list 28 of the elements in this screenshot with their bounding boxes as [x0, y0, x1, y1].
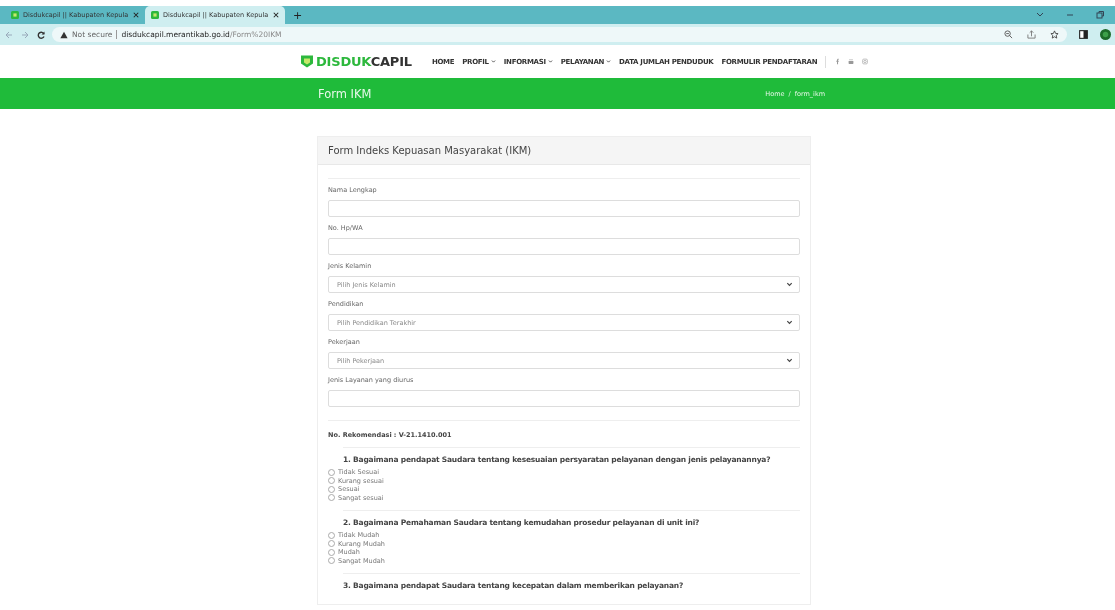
chevron-down-icon	[786, 319, 793, 326]
site-favicon-icon	[11, 11, 19, 19]
back-icon[interactable]	[4, 29, 14, 40]
star-icon[interactable]	[1050, 30, 1059, 39]
input-field[interactable]	[328, 390, 800, 407]
instagram-icon[interactable]	[862, 58, 869, 65]
close-icon[interactable]	[273, 12, 279, 18]
logo-text[interactable]: DISDUKCAPIL	[316, 54, 412, 69]
logo-icon	[300, 54, 314, 69]
chevron-down-icon	[786, 281, 793, 288]
new-tab-button[interactable]: +	[285, 6, 311, 24]
side-panel-icon[interactable]	[1078, 29, 1089, 40]
page-title: Form IKM	[318, 86, 372, 101]
zoom-icon[interactable]	[1004, 30, 1013, 39]
profile-avatar-icon[interactable]	[1100, 29, 1111, 40]
chevron-down-icon	[786, 357, 793, 364]
youtube-icon[interactable]	[848, 58, 855, 65]
reload-icon[interactable]	[36, 29, 46, 40]
forward-icon[interactable]	[20, 29, 30, 40]
restore-icon[interactable]	[1095, 10, 1105, 20]
warning-icon	[60, 30, 68, 39]
form-title: Form Indeks Kepuasan Masyarakat (IKM)	[328, 145, 532, 156]
close-icon[interactable]	[133, 12, 139, 18]
site-favicon-icon	[151, 11, 159, 19]
share-icon[interactable]	[1027, 30, 1036, 39]
facebook-icon[interactable]	[834, 58, 841, 65]
input-field[interactable]	[328, 200, 800, 217]
input-field[interactable]	[328, 238, 800, 255]
